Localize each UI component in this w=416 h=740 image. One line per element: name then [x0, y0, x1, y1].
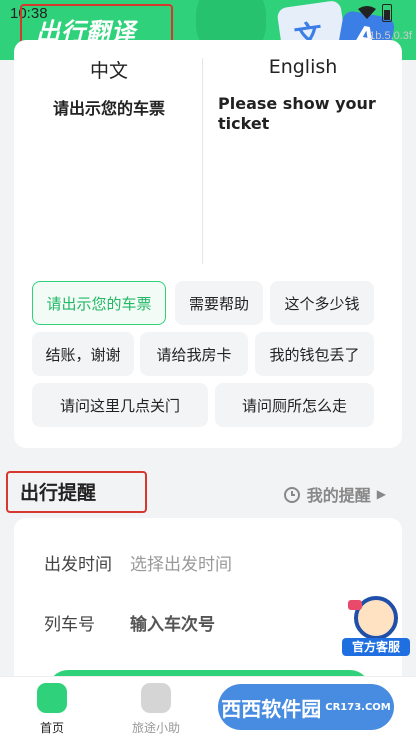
phrase-chip[interactable]: 我的钱包丢了	[255, 332, 374, 376]
train-number-input[interactable]: 输入车次号	[130, 610, 215, 635]
status-time: 10:38	[10, 5, 48, 22]
my-reminders-link[interactable]: 我的提醒 ▶	[283, 482, 386, 506]
alarm-clock-icon	[283, 487, 300, 503]
source-language[interactable]: 中文	[14, 56, 204, 83]
depart-time-row[interactable]: 出发时间 选择出发时间	[44, 550, 232, 575]
phrase-chip[interactable]: 请问厕所怎么走	[215, 383, 374, 427]
depart-time-label: 出发时间	[44, 555, 112, 575]
phrase-chip[interactable]: 这个多少钱	[270, 281, 374, 325]
watermark-sub: CR173.COM	[325, 701, 391, 713]
wifi-icon	[358, 6, 376, 19]
phrase-chip[interactable]: 需要帮助	[175, 281, 263, 325]
tab-label: 首页	[39, 721, 64, 735]
train-number-row[interactable]: 列车号 输入车次号	[44, 610, 215, 635]
chat-bubble-icon	[348, 600, 362, 610]
home-icon	[37, 683, 67, 713]
tab-travel-assistant[interactable]: 旅途小助	[116, 683, 196, 736]
column-divider	[202, 58, 203, 264]
watermark-text: 西西软件园	[221, 696, 322, 721]
tab-home[interactable]: 首页	[12, 683, 92, 736]
train-number-label: 列车号	[44, 615, 95, 635]
my-reminders-label: 我的提醒	[306, 486, 371, 505]
translation-card: 中文 请出示您的车票 English Please show your tick…	[14, 40, 402, 448]
target-column: English Please show your ticket	[208, 56, 398, 134]
phrase-chip[interactable]: 请给我房卡	[140, 332, 248, 376]
battery-icon	[382, 4, 392, 22]
phrase-chip[interactable]: 请出示您的车票	[32, 281, 166, 325]
customer-service-button[interactable]: 官方客服	[342, 596, 410, 658]
chat-icon	[141, 683, 171, 713]
phrase-chip[interactable]: 请问这里几点关门	[32, 383, 208, 427]
phrase-chip[interactable]: 结账，谢谢	[32, 332, 134, 376]
tab-label: 旅途小助	[131, 721, 180, 735]
target-language[interactable]: English	[208, 56, 398, 78]
watermark-logo: 西西软件园 CR173.COM	[218, 684, 394, 730]
reminder-header: 出行提醒 我的提醒 ▶	[0, 462, 416, 522]
target-text: Please show your ticket	[218, 94, 376, 133]
depart-time-picker[interactable]: 选择出发时间	[130, 550, 232, 575]
reminder-title: 出行提醒	[20, 482, 97, 504]
customer-service-label: 官方客服	[342, 638, 410, 656]
source-column: 中文 请出示您的车票	[14, 56, 204, 119]
source-text: 请出示您的车票	[52, 99, 165, 118]
chevron-right-icon: ▶	[376, 487, 386, 501]
